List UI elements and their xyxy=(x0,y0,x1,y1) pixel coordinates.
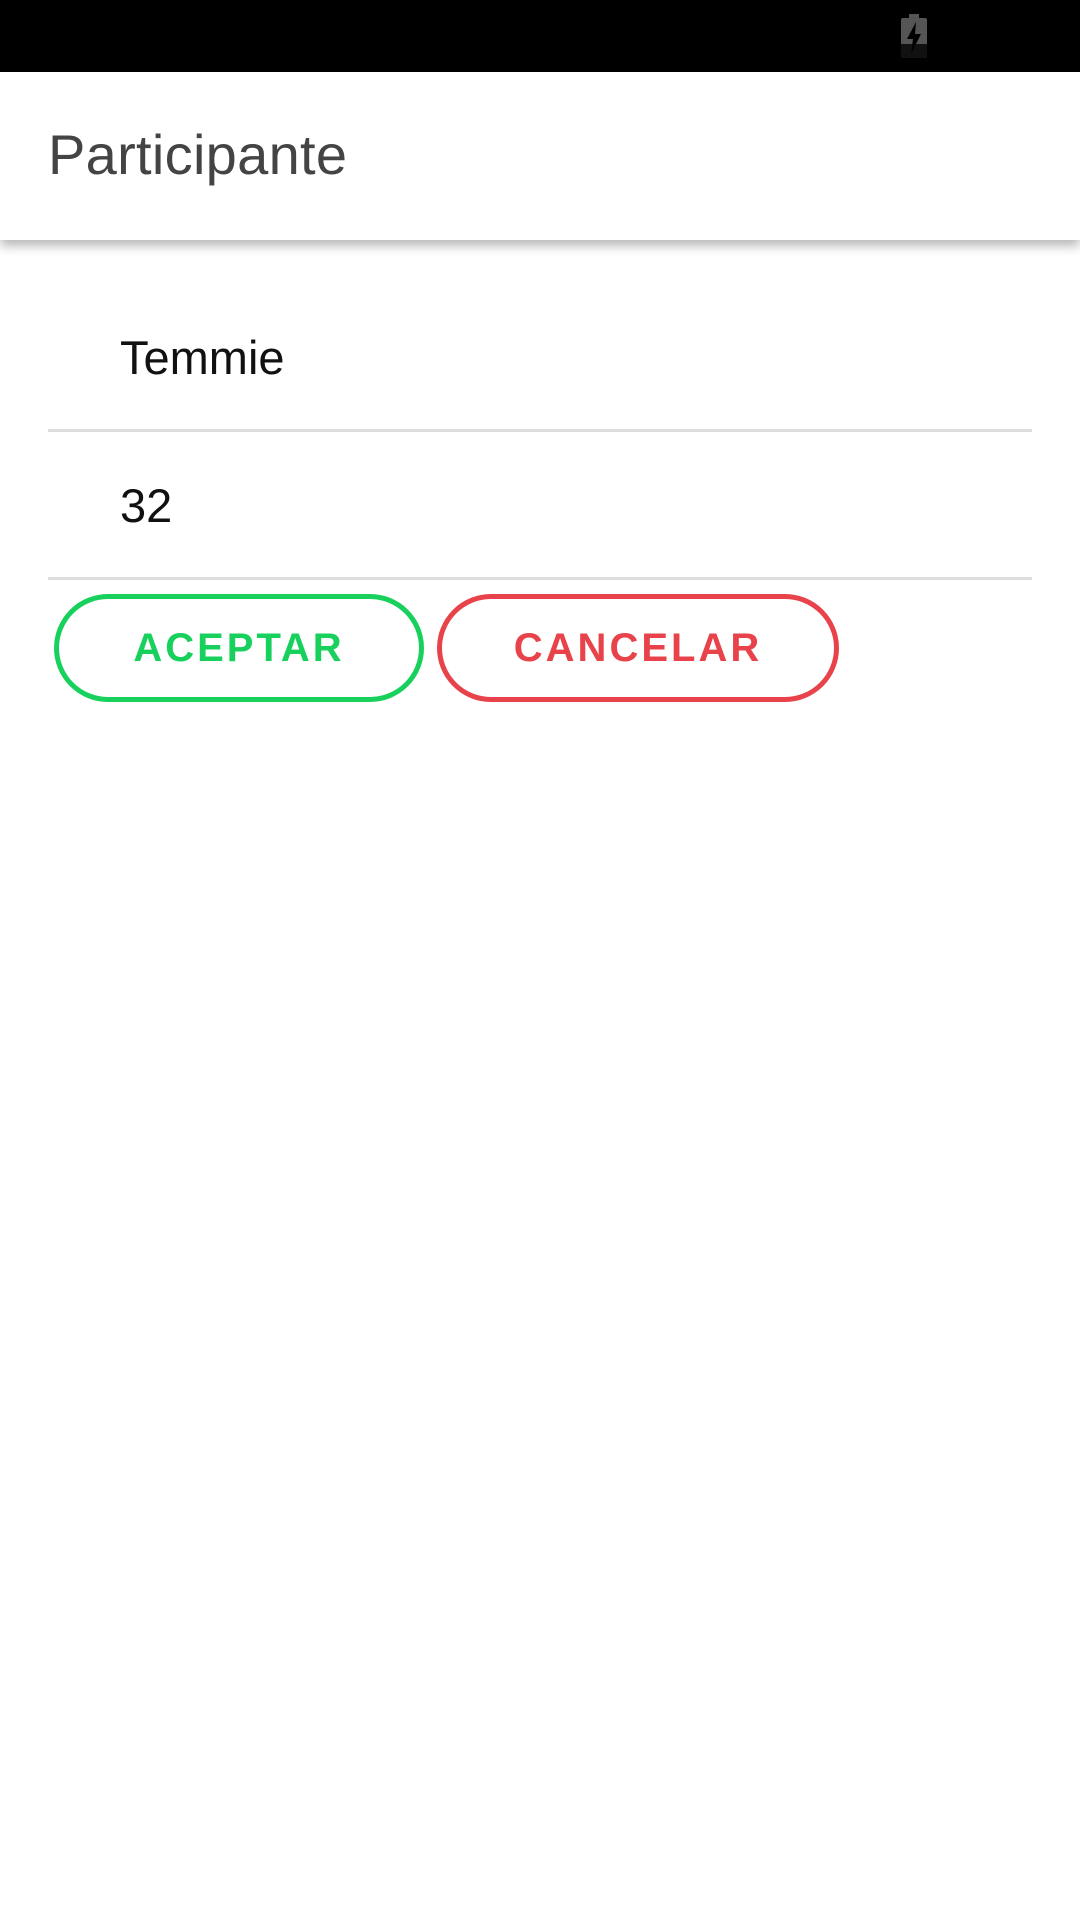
status-bar xyxy=(0,0,1080,72)
cancel-button[interactable]: CANCELAR xyxy=(437,594,839,702)
page-title: Participante xyxy=(48,123,348,186)
accept-button[interactable]: ACEPTAR xyxy=(54,594,424,702)
app-bar: Participante xyxy=(0,72,1080,240)
age-input[interactable] xyxy=(120,478,1000,533)
age-field[interactable] xyxy=(48,460,1032,580)
name-input[interactable] xyxy=(120,330,1000,385)
name-field[interactable] xyxy=(48,312,1032,432)
battery-charging-icon xyxy=(899,14,929,60)
